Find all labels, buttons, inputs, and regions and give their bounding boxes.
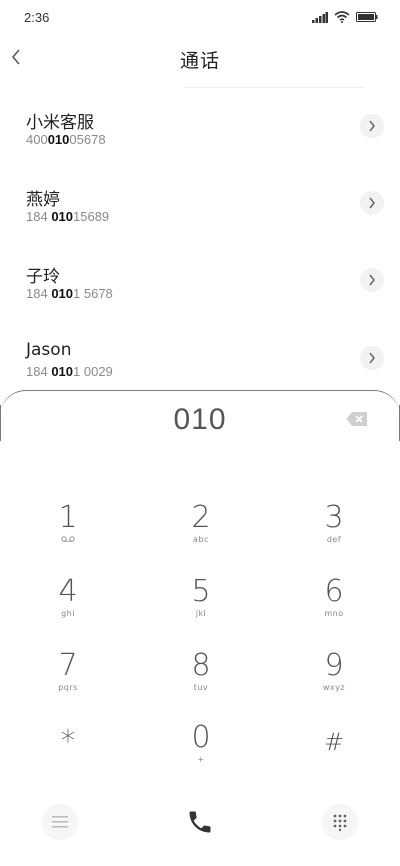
contact-number: 40001005678	[26, 132, 106, 147]
number-match: 010	[51, 209, 74, 224]
chevron-right-icon	[369, 197, 375, 209]
divider	[185, 87, 365, 88]
number-match: 010	[47, 132, 70, 147]
contact-detail-button[interactable]	[360, 346, 384, 370]
bottom-action-bar	[0, 800, 400, 844]
backspace-icon	[346, 412, 367, 426]
dial-key-0[interactable]: 0 +	[141, 721, 261, 781]
dial-key-7[interactable]: 7 pqrs	[8, 649, 128, 709]
dialed-number: 010	[173, 403, 227, 436]
dial-key-4[interactable]: 4 ghi	[8, 575, 128, 635]
nav-bar: 通话	[0, 36, 400, 88]
dial-key-star[interactable]: *	[8, 725, 128, 785]
phone-icon	[189, 811, 211, 833]
signal-icon	[312, 11, 328, 23]
backspace-button[interactable]	[346, 411, 368, 427]
contact-number: 184 01015689	[26, 209, 110, 224]
dial-key-hash[interactable]: #	[274, 725, 394, 785]
menu-button[interactable]	[42, 804, 78, 840]
contact-name: 小米客服	[26, 113, 94, 133]
contact-name: Jason	[26, 340, 72, 360]
dialpad-toggle-button[interactable]	[322, 804, 358, 840]
contact-item[interactable]: 燕婷 184 01015689	[0, 185, 400, 245]
wifi-icon	[334, 11, 350, 23]
dial-key-8[interactable]: 8 tuv	[141, 649, 261, 709]
status-bar: 2:36	[0, 0, 400, 36]
contact-number: 184 0101 0029	[26, 364, 113, 379]
contact-name: 子玲	[26, 267, 60, 287]
call-button[interactable]	[182, 804, 218, 840]
status-icons	[312, 11, 378, 23]
dialpad-icon	[333, 814, 347, 831]
contact-item[interactable]: 子玲 184 0101 5678	[0, 262, 400, 322]
contact-detail-button[interactable]	[360, 191, 384, 215]
dial-key-5[interactable]: 5 jkl	[141, 575, 261, 635]
contact-item[interactable]: 小米客服 40001005678	[0, 108, 400, 168]
dial-key-3[interactable]: 3 def	[274, 501, 394, 561]
contact-detail-button[interactable]	[360, 268, 384, 292]
status-time: 2:36	[24, 10, 50, 25]
number-match: 010	[51, 286, 74, 301]
number-match: 010	[51, 364, 74, 379]
contact-name: 燕婷	[26, 190, 60, 210]
contact-detail-button[interactable]	[360, 114, 384, 138]
chevron-right-icon	[369, 274, 375, 286]
chevron-right-icon	[369, 352, 375, 364]
contact-number: 184 0101 5678	[26, 286, 113, 301]
dialpad-panel: 010 1 2 abc 3 def 4 ghi 5 jkl 6 mno 7 pq…	[0, 390, 400, 866]
chevron-right-icon	[369, 120, 375, 132]
dial-key-6[interactable]: 6 mno	[274, 575, 394, 635]
voicemail-icon	[8, 535, 128, 545]
dial-key-1[interactable]: 1	[8, 501, 128, 561]
menu-icon	[52, 816, 68, 828]
dial-key-9[interactable]: 9 wxyz	[274, 649, 394, 709]
battery-icon	[356, 12, 378, 22]
page-title: 通话	[179, 50, 220, 72]
dial-key-2[interactable]: 2 abc	[141, 501, 261, 561]
